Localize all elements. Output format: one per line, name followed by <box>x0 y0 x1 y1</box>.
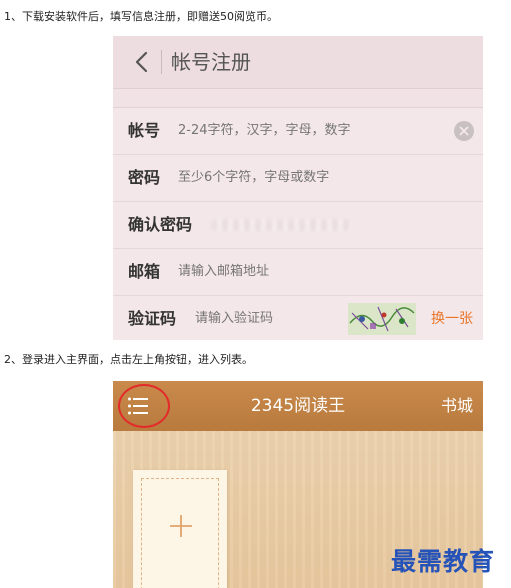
confirm-password-row: 确认密码 <box>113 202 483 249</box>
captcha-label: 验证码 <box>128 309 177 328</box>
step2-instruction: 2、登录进入主界面，点击左上角按钮，进入列表。 <box>4 353 253 366</box>
captcha-input[interactable] <box>195 296 340 340</box>
refresh-captcha-link[interactable]: 换一张 <box>431 296 473 340</box>
password-label: 密码 <box>128 168 161 187</box>
page-title: 帐号注册 <box>171 50 251 74</box>
register-header: 帐号注册 <box>113 36 483 89</box>
header-divider <box>161 50 162 74</box>
app-top-bar: 2345阅读王 书城 <box>113 381 483 431</box>
captcha-image[interactable] <box>348 303 416 335</box>
register-screenshot: 帐号注册 帐号 密码 确认密码 邮箱 验证码 <box>113 36 483 340</box>
clear-icon[interactable] <box>454 121 474 141</box>
email-label: 邮箱 <box>128 262 161 281</box>
app-title: 2345阅读王 <box>250 396 346 416</box>
bookstore-link[interactable]: 书城 <box>441 381 473 431</box>
account-row: 帐号 <box>113 108 483 155</box>
confirm-password-label: 确认密码 <box>128 215 193 234</box>
captcha-row: 验证码 换一张 <box>113 296 483 340</box>
confirm-password-value[interactable] <box>211 219 351 231</box>
add-book-card[interactable] <box>133 470 227 588</box>
password-input[interactable] <box>178 155 438 201</box>
password-row: 密码 <box>113 155 483 202</box>
account-input[interactable] <box>178 108 438 154</box>
back-arrow-icon[interactable] <box>131 50 153 74</box>
plus-icon <box>170 515 192 537</box>
step1-instruction: 1、下载安装软件后，填写信息注册，即赠送50阅览币。 <box>4 10 278 23</box>
section-spacer <box>113 89 483 108</box>
account-label: 帐号 <box>128 121 161 140</box>
email-input[interactable] <box>178 249 438 295</box>
watermark: 最需教育 <box>391 547 496 576</box>
email-row: 邮箱 <box>113 249 483 296</box>
